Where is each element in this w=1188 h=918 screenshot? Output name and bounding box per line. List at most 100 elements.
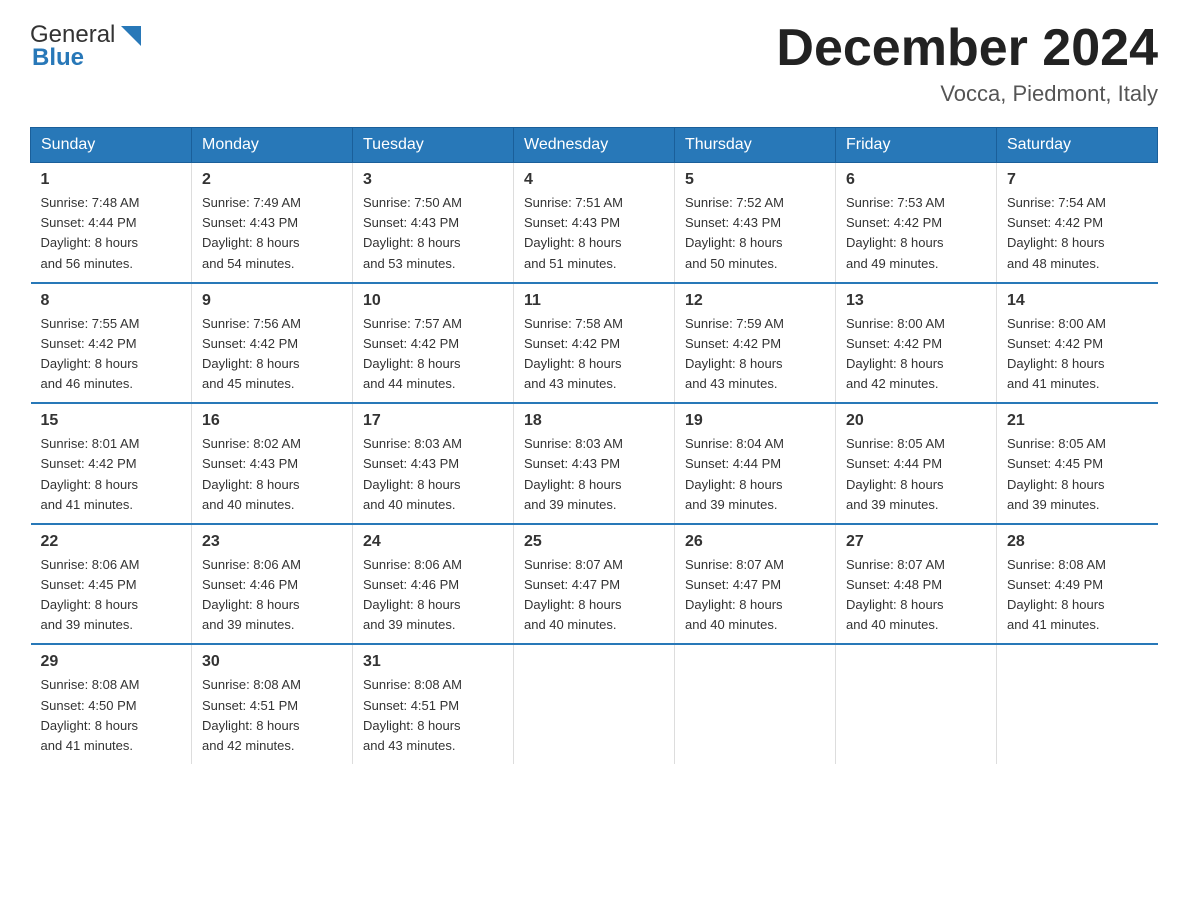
calendar-cell: 20 Sunrise: 8:05 AM Sunset: 4:44 PM Dayli… [836,403,997,524]
calendar-cell [997,644,1158,764]
day-info: Sunrise: 7:54 AM Sunset: 4:42 PM Dayligh… [1007,193,1148,274]
day-number: 26 [685,533,825,551]
day-info: Sunrise: 8:05 AM Sunset: 4:45 PM Dayligh… [1007,434,1148,515]
day-number: 23 [202,533,342,551]
calendar-cell: 17 Sunrise: 8:03 AM Sunset: 4:43 PM Dayli… [353,403,514,524]
column-header-thursday: Thursday [675,128,836,163]
calendar-table: SundayMondayTuesdayWednesdayThursdayFrid… [30,127,1158,764]
day-info: Sunrise: 8:06 AM Sunset: 4:46 PM Dayligh… [363,555,503,636]
calendar-cell: 3Sunrise: 7:50 AM Sunset: 4:43 PM Daylig… [353,163,514,283]
day-info: Sunrise: 8:06 AM Sunset: 4:45 PM Dayligh… [41,555,182,636]
calendar-cell: 25 Sunrise: 8:07 AM Sunset: 4:47 PM Dayli… [514,524,675,645]
calendar-week-row: 15Sunrise: 8:01 AM Sunset: 4:42 PM Dayli… [31,403,1158,524]
day-number: 12 [685,292,825,310]
day-info: Sunrise: 7:56 AM Sunset: 4:42 PM Dayligh… [202,314,342,395]
day-number: 17 [363,412,503,430]
day-number: 13 [846,292,986,310]
day-info: Sunrise: 8:04 AM Sunset: 4:44 PM Dayligh… [685,434,825,515]
day-number: 20 [846,412,986,430]
day-number: 25 [524,533,664,551]
day-number: 22 [41,533,182,551]
day-info: Sunrise: 8:06 AM Sunset: 4:46 PM Dayligh… [202,555,342,636]
calendar-cell: 11 Sunrise: 7:58 AM Sunset: 4:42 PM Dayli… [514,283,675,404]
calendar-cell: 21 Sunrise: 8:05 AM Sunset: 4:45 PM Dayli… [997,403,1158,524]
day-number: 29 [41,653,182,671]
day-number: 16 [202,412,342,430]
calendar-cell: 13Sunrise: 8:00 AM Sunset: 4:42 PM Dayli… [836,283,997,404]
calendar-header-row: SundayMondayTuesdayWednesdayThursdayFrid… [31,128,1158,163]
calendar-cell: 16Sunrise: 8:02 AM Sunset: 4:43 PM Dayli… [192,403,353,524]
day-number: 14 [1007,292,1148,310]
calendar-cell: 9Sunrise: 7:56 AM Sunset: 4:42 PM Daylig… [192,283,353,404]
day-number: 7 [1007,171,1148,189]
column-header-sunday: Sunday [31,128,192,163]
calendar-cell: 24 Sunrise: 8:06 AM Sunset: 4:46 PM Dayli… [353,524,514,645]
calendar-cell: 1 Sunrise: 7:48 AM Sunset: 4:44 PM Daylig… [31,163,192,283]
calendar-title: December 2024 [776,20,1158,77]
day-number: 21 [1007,412,1148,430]
day-number: 6 [846,171,986,189]
calendar-cell: 7 Sunrise: 7:54 AM Sunset: 4:42 PM Daylig… [997,163,1158,283]
day-number: 28 [1007,533,1148,551]
logo: General Blue [30,20,145,72]
page-header: General Blue December 2024 Vocca, Piedmo… [30,20,1158,107]
column-header-saturday: Saturday [997,128,1158,163]
day-info: Sunrise: 7:51 AM Sunset: 4:43 PM Dayligh… [524,193,664,274]
calendar-cell: 22 Sunrise: 8:06 AM Sunset: 4:45 PM Dayli… [31,524,192,645]
day-info: Sunrise: 7:50 AM Sunset: 4:43 PM Dayligh… [363,193,503,274]
calendar-cell: 29Sunrise: 8:08 AM Sunset: 4:50 PM Dayli… [31,644,192,764]
calendar-cell: 28Sunrise: 8:08 AM Sunset: 4:49 PM Dayli… [997,524,1158,645]
day-number: 30 [202,653,342,671]
day-number: 18 [524,412,664,430]
day-info: Sunrise: 8:07 AM Sunset: 4:47 PM Dayligh… [524,555,664,636]
day-number: 10 [363,292,503,310]
column-header-tuesday: Tuesday [353,128,514,163]
day-number: 24 [363,533,503,551]
calendar-cell [836,644,997,764]
day-info: Sunrise: 7:52 AM Sunset: 4:43 PM Dayligh… [685,193,825,274]
day-info: Sunrise: 8:03 AM Sunset: 4:43 PM Dayligh… [363,434,503,515]
calendar-cell: 5 Sunrise: 7:52 AM Sunset: 4:43 PM Daylig… [675,163,836,283]
calendar-cell: 15Sunrise: 8:01 AM Sunset: 4:42 PM Dayli… [31,403,192,524]
calendar-cell: 4 Sunrise: 7:51 AM Sunset: 4:43 PM Daylig… [514,163,675,283]
day-info: Sunrise: 8:00 AM Sunset: 4:42 PM Dayligh… [1007,314,1148,395]
day-number: 27 [846,533,986,551]
day-number: 1 [41,171,182,189]
day-number: 15 [41,412,182,430]
calendar-cell: 12 Sunrise: 7:59 AM Sunset: 4:42 PM Dayli… [675,283,836,404]
calendar-title-section: December 2024 Vocca, Piedmont, Italy [776,20,1158,107]
calendar-cell: 8Sunrise: 7:55 AM Sunset: 4:42 PM Daylig… [31,283,192,404]
logo-triangle-icon [117,22,145,50]
day-info: Sunrise: 7:55 AM Sunset: 4:42 PM Dayligh… [41,314,182,395]
column-header-wednesday: Wednesday [514,128,675,163]
calendar-cell: 30 Sunrise: 8:08 AM Sunset: 4:51 PM Dayli… [192,644,353,764]
calendar-cell: 14 Sunrise: 8:00 AM Sunset: 4:42 PM Dayli… [997,283,1158,404]
logo-blue: Blue [30,44,84,72]
calendar-subtitle: Vocca, Piedmont, Italy [776,81,1158,107]
calendar-cell [514,644,675,764]
column-header-monday: Monday [192,128,353,163]
calendar-week-row: 8Sunrise: 7:55 AM Sunset: 4:42 PM Daylig… [31,283,1158,404]
day-number: 5 [685,171,825,189]
day-number: 4 [524,171,664,189]
calendar-cell: 2Sunrise: 7:49 AM Sunset: 4:43 PM Daylig… [192,163,353,283]
day-info: Sunrise: 8:03 AM Sunset: 4:43 PM Dayligh… [524,434,664,515]
day-info: Sunrise: 8:08 AM Sunset: 4:51 PM Dayligh… [202,675,342,756]
calendar-cell [675,644,836,764]
day-info: Sunrise: 7:58 AM Sunset: 4:42 PM Dayligh… [524,314,664,395]
day-info: Sunrise: 7:57 AM Sunset: 4:42 PM Dayligh… [363,314,503,395]
day-number: 11 [524,292,664,310]
calendar-cell: 26Sunrise: 8:07 AM Sunset: 4:47 PM Dayli… [675,524,836,645]
calendar-cell: 31 Sunrise: 8:08 AM Sunset: 4:51 PM Dayli… [353,644,514,764]
day-info: Sunrise: 7:48 AM Sunset: 4:44 PM Dayligh… [41,193,182,274]
column-header-friday: Friday [836,128,997,163]
calendar-week-row: 22 Sunrise: 8:06 AM Sunset: 4:45 PM Dayli… [31,524,1158,645]
day-info: Sunrise: 8:05 AM Sunset: 4:44 PM Dayligh… [846,434,986,515]
day-info: Sunrise: 7:59 AM Sunset: 4:42 PM Dayligh… [685,314,825,395]
calendar-week-row: 29Sunrise: 8:08 AM Sunset: 4:50 PM Dayli… [31,644,1158,764]
day-info: Sunrise: 7:49 AM Sunset: 4:43 PM Dayligh… [202,193,342,274]
day-info: Sunrise: 7:53 AM Sunset: 4:42 PM Dayligh… [846,193,986,274]
calendar-cell: 10 Sunrise: 7:57 AM Sunset: 4:42 PM Dayli… [353,283,514,404]
day-number: 31 [363,653,503,671]
day-info: Sunrise: 8:08 AM Sunset: 4:51 PM Dayligh… [363,675,503,756]
